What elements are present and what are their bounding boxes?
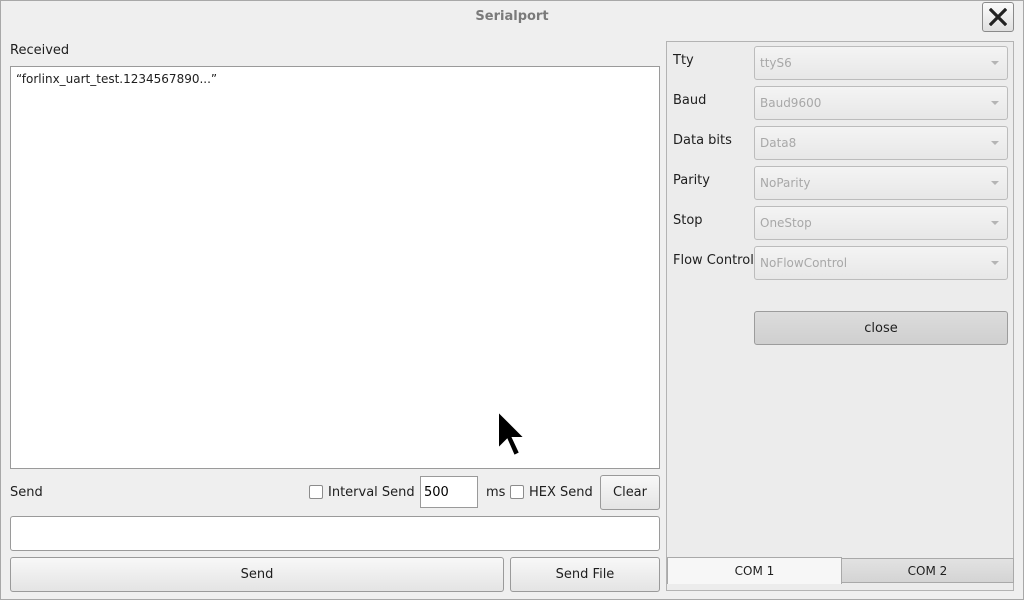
parity-label: Parity <box>673 173 710 188</box>
flow-control-value: NoFlowControl <box>760 256 848 270</box>
chevron-down-icon <box>991 101 999 105</box>
interval-send-checkbox[interactable] <box>309 485 323 499</box>
stop-select[interactable]: OneStop <box>754 206 1008 240</box>
hex-send-checkbox[interactable] <box>510 485 524 499</box>
interval-input[interactable] <box>420 476 478 508</box>
chevron-down-icon <box>991 181 999 185</box>
send-button[interactable]: Send <box>10 557 504 592</box>
chevron-down-icon <box>991 221 999 225</box>
data-bits-value: Data8 <box>760 136 797 150</box>
chevron-down-icon <box>991 61 999 65</box>
close-port-button[interactable]: close <box>754 311 1008 345</box>
data-bits-select[interactable]: Data8 <box>754 126 1008 160</box>
send-input[interactable] <box>10 516 660 551</box>
received-text-area[interactable]: “forlinx_uart_test.1234567890...” <box>10 66 660 469</box>
send-label: Send <box>10 485 43 500</box>
stop-value: OneStop <box>760 216 812 230</box>
parity-value: NoParity <box>760 176 811 190</box>
received-label: Received <box>10 43 70 58</box>
mouse-cursor-icon <box>497 409 528 458</box>
clear-button[interactable]: Clear <box>600 475 660 510</box>
close-window-button[interactable] <box>982 2 1014 32</box>
tty-value: ttyS6 <box>760 56 792 70</box>
tty-select[interactable]: ttyS6 <box>754 46 1008 80</box>
flow-control-select[interactable]: NoFlowControl <box>754 246 1008 280</box>
chevron-down-icon <box>991 261 999 265</box>
serialport-window: Serialport Received “forlinx_uart_test.1… <box>0 0 1024 600</box>
received-text: “forlinx_uart_test.1234567890...” <box>16 72 218 86</box>
flow-control-label: Flow Control <box>673 253 754 268</box>
tty-label: Tty <box>673 53 694 68</box>
data-bits-label: Data bits <box>673 133 732 148</box>
parity-select[interactable]: NoParity <box>754 166 1008 200</box>
baud-value: Baud9600 <box>760 96 822 110</box>
title-bar: Serialport <box>1 1 1023 33</box>
stop-label: Stop <box>673 213 703 228</box>
close-icon <box>989 8 1007 26</box>
interval-unit-label: ms <box>486 485 506 500</box>
tab-com1[interactable]: COM 1 <box>667 557 842 584</box>
tab-com2[interactable]: COM 2 <box>841 558 1014 583</box>
baud-label: Baud <box>673 93 707 108</box>
chevron-down-icon <box>991 141 999 145</box>
window-title: Serialport <box>475 9 549 24</box>
interval-send-label: Interval Send <box>328 485 415 500</box>
send-file-button[interactable]: Send File <box>510 557 660 592</box>
hex-send-label: HEX Send <box>529 485 593 500</box>
baud-select[interactable]: Baud9600 <box>754 86 1008 120</box>
